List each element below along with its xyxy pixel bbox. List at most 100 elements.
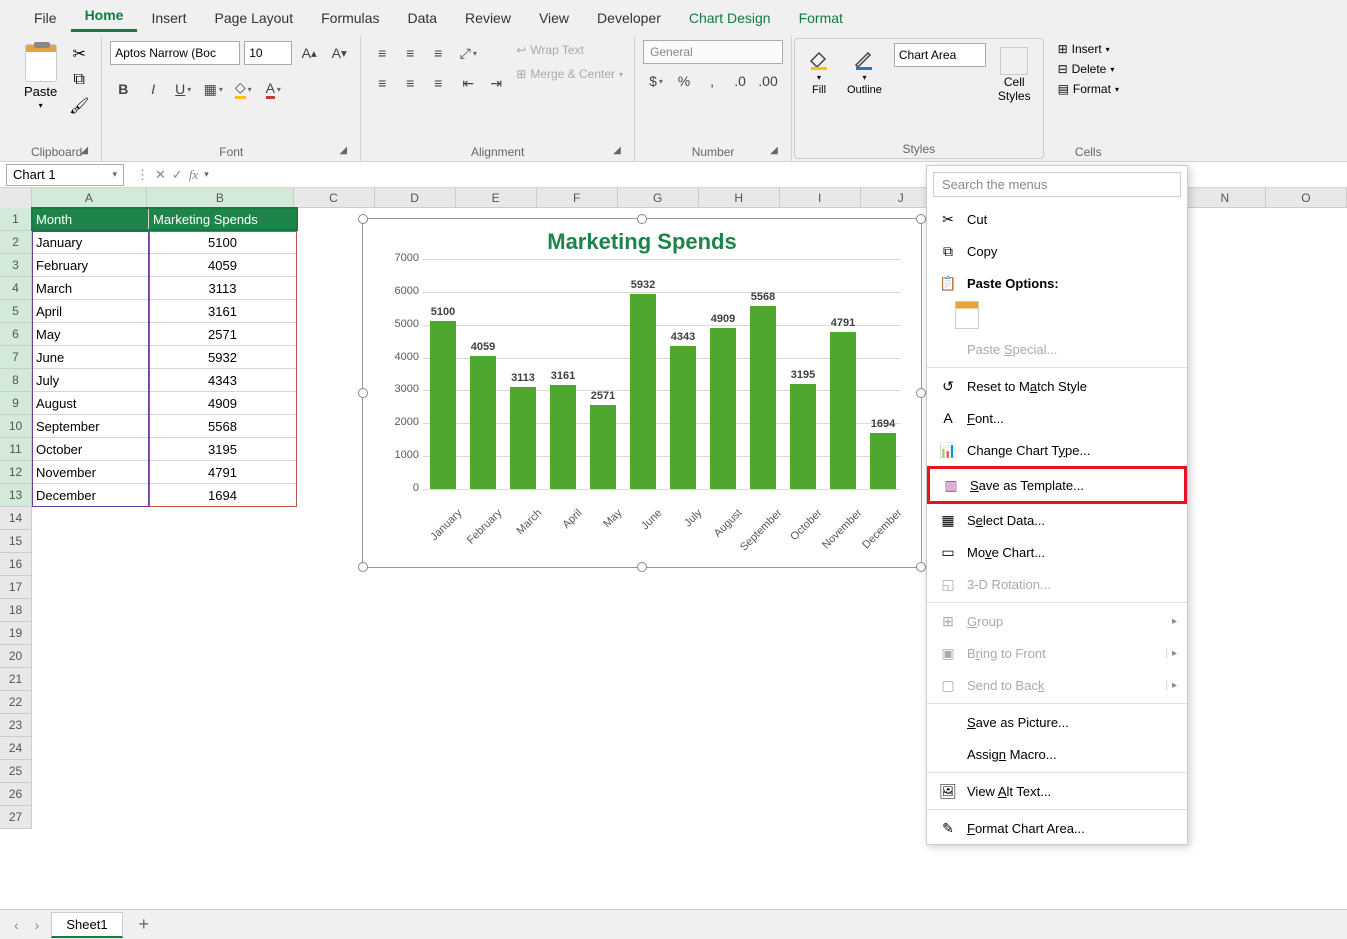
align-center-icon[interactable]: ≡ (397, 70, 423, 96)
chart-bar-1[interactable] (470, 356, 496, 489)
menu-select-data[interactable]: ▦Select Data... (927, 504, 1187, 536)
row-header-26[interactable]: 26 (0, 783, 31, 806)
row-header-16[interactable]: 16 (0, 553, 31, 576)
col-header-D[interactable]: D (375, 188, 456, 208)
select-all-corner[interactable] (0, 188, 32, 208)
menu-copy[interactable]: ⧉Copy (927, 235, 1187, 267)
row-header-22[interactable]: 22 (0, 691, 31, 714)
cell-B7[interactable]: 5932 (149, 346, 297, 369)
cell-A3[interactable]: February (32, 254, 149, 277)
cell-B8[interactable]: 4343 (149, 369, 297, 392)
cell-B2[interactable]: 5100 (149, 231, 297, 254)
increase-decimal-icon[interactable]: .0 (727, 68, 753, 94)
borders-button[interactable]: ▦ (200, 76, 226, 102)
cell-B11[interactable]: 3195 (149, 438, 297, 461)
tab-review[interactable]: Review (451, 4, 525, 32)
chart-object[interactable]: Marketing Spends 01000200030004000500060… (362, 218, 922, 568)
cell-A13[interactable]: December (32, 484, 149, 507)
decrease-indent-icon[interactable]: ⇤ (455, 70, 481, 96)
row-header-7[interactable]: 7 (0, 346, 31, 369)
underline-button[interactable]: U (170, 76, 196, 102)
row-header-23[interactable]: 23 (0, 714, 31, 737)
tab-chart-design[interactable]: Chart Design (675, 4, 785, 32)
menu-save-as-template[interactable]: ▥Save as Template... (927, 466, 1187, 504)
chart-element-select[interactable] (894, 43, 986, 67)
chart-bar-8[interactable] (750, 306, 776, 489)
font-color-button[interactable]: A (260, 76, 286, 102)
insert-cells-button[interactable]: ⊞Insert ▾ (1054, 40, 1123, 58)
cell-B1[interactable]: Marketing Spends (149, 208, 297, 231)
tab-format[interactable]: Format (785, 4, 857, 32)
cell-A4[interactable]: March (32, 277, 149, 300)
row-header-8[interactable]: 8 (0, 369, 31, 392)
row-header-9[interactable]: 9 (0, 392, 31, 415)
enter-formula-icon[interactable]: ✓ (172, 167, 183, 183)
format-cells-button[interactable]: ▤Format ▾ (1054, 80, 1123, 98)
font-dialog-launcher[interactable]: ◢ (336, 145, 350, 159)
tab-insert[interactable]: Insert (137, 4, 200, 32)
cancel-formula-icon[interactable]: ✕ (155, 167, 166, 183)
sheet-nav-next[interactable]: › (31, 917, 44, 933)
row-header-2[interactable]: 2 (0, 231, 31, 254)
cell-styles-button[interactable]: Cell Styles (994, 43, 1035, 107)
row-header-15[interactable]: 15 (0, 530, 31, 553)
comma-format-icon[interactable]: , (699, 68, 725, 94)
cut-icon[interactable]: ✂ (69, 44, 89, 64)
align-right-icon[interactable]: ≡ (425, 70, 451, 96)
cell-B10[interactable]: 5568 (149, 415, 297, 438)
wrap-text-button[interactable]: ↩Wrap Text (513, 40, 626, 60)
col-header-A[interactable]: A (32, 188, 148, 208)
align-middle-icon[interactable]: ≡ (397, 40, 423, 66)
col-header-O[interactable]: O (1266, 188, 1347, 208)
row-header-1[interactable]: 1 (0, 208, 31, 231)
row-header-3[interactable]: 3 (0, 254, 31, 277)
chart-bar-3[interactable] (550, 385, 576, 489)
menu-assign-macro[interactable]: Assign Macro... (927, 738, 1187, 770)
row-header-27[interactable]: 27 (0, 806, 31, 829)
tab-home[interactable]: Home (71, 1, 138, 32)
cell-A8[interactable]: July (32, 369, 149, 392)
menu-change-chart-type[interactable]: 📊Change Chart Type... (927, 434, 1187, 466)
font-name-select[interactable] (110, 41, 240, 65)
chart-bar-7[interactable] (710, 328, 736, 489)
cell-B5[interactable]: 3161 (149, 300, 297, 323)
col-header-E[interactable]: E (456, 188, 537, 208)
menu-search-input[interactable]: Search the menus (933, 172, 1181, 197)
fx-icon[interactable]: fx (189, 167, 198, 183)
number-dialog-launcher[interactable]: ◢ (767, 145, 781, 159)
paste-option-default[interactable] (955, 301, 979, 329)
sheet-tab-1[interactable]: Sheet1 (51, 912, 122, 938)
chart-bar-2[interactable] (510, 387, 536, 489)
fill-color-button[interactable]: ◇ (230, 76, 256, 102)
cell-B9[interactable]: 4909 (149, 392, 297, 415)
name-box[interactable]: Chart 1▾ (6, 164, 124, 186)
shape-outline-button[interactable]: ▾ Outline (843, 43, 886, 100)
tab-developer[interactable]: Developer (583, 4, 675, 32)
italic-button[interactable]: I (140, 76, 166, 102)
cell-A7[interactable]: June (32, 346, 149, 369)
shape-fill-button[interactable]: ▾ Fill (803, 43, 835, 100)
col-header-N[interactable]: N (1185, 188, 1266, 208)
menu-move-chart[interactable]: ▭Move Chart... (927, 536, 1187, 568)
cell-A5[interactable]: April (32, 300, 149, 323)
col-header-H[interactable]: H (699, 188, 780, 208)
col-header-G[interactable]: G (618, 188, 699, 208)
sheet-nav-prev[interactable]: ‹ (10, 917, 23, 933)
copy-icon[interactable]: ⧉ (69, 70, 89, 90)
menu-format-chart-area[interactable]: ✎Format Chart Area... (927, 812, 1187, 844)
cell-B4[interactable]: 3113 (149, 277, 297, 300)
menu-save-as-picture[interactable]: Save as Picture... (927, 706, 1187, 738)
chart-bar-9[interactable] (790, 384, 816, 489)
row-header-14[interactable]: 14 (0, 507, 31, 530)
menu-cut[interactable]: ✂Cut (927, 203, 1187, 235)
row-header-10[interactable]: 10 (0, 415, 31, 438)
align-top-icon[interactable]: ≡ (369, 40, 395, 66)
chart-plot-area[interactable]: 01000200030004000500060007000 5100405931… (423, 259, 901, 489)
chart-bar-11[interactable] (870, 433, 896, 489)
tab-file[interactable]: File (20, 4, 71, 32)
percent-format-icon[interactable]: % (671, 68, 697, 94)
col-header-B[interactable]: B (147, 188, 293, 208)
bold-button[interactable]: B (110, 76, 136, 102)
decrease-decimal-icon[interactable]: .00 (755, 68, 781, 94)
delete-cells-button[interactable]: ⊟Delete ▾ (1054, 60, 1123, 78)
